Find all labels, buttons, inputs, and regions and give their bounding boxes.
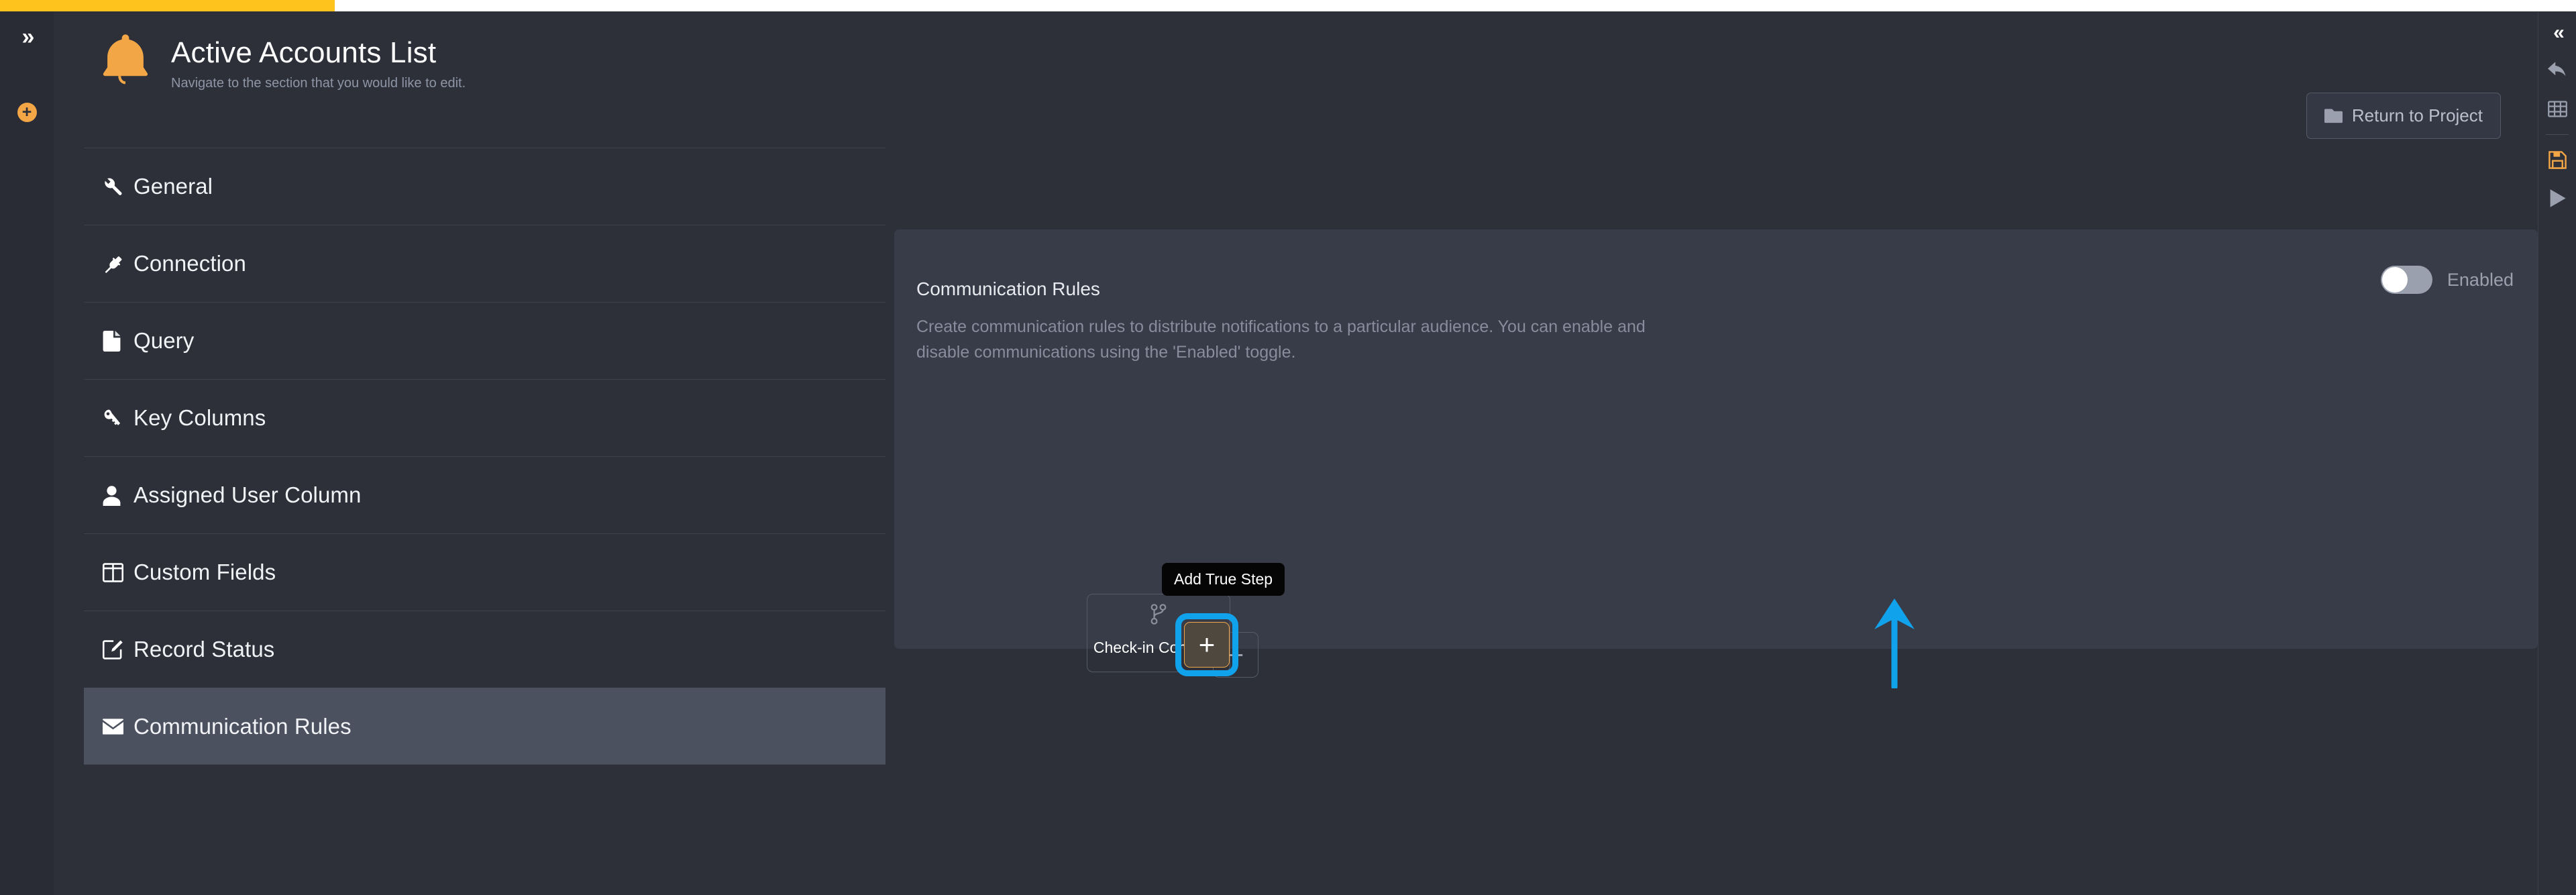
run-icon[interactable] — [2538, 179, 2576, 217]
section-nav: General Connection Query Key Columns Ass… — [84, 148, 885, 765]
settings-navigation-column: Active Accounts List Navigate to the sec… — [54, 11, 894, 895]
panel-description: Create communication rules to distribute… — [916, 317, 1646, 362]
sidebar-item-label: Custom Fields — [133, 560, 276, 584]
right-rail: « — [2538, 11, 2576, 895]
enabled-toggle[interactable] — [2380, 266, 2432, 294]
collapse-panel-icon[interactable]: « — [2538, 13, 2576, 52]
enabled-toggle-label: Enabled — [2447, 269, 2514, 290]
sidebar-item-label: Query — [133, 328, 195, 353]
envelope-icon — [103, 718, 133, 735]
left-rail: » + — [0, 11, 54, 895]
circle-plus-glyph: + — [17, 102, 37, 122]
page-subtitle: Navigate to the section that you would l… — [171, 75, 466, 91]
toggle-knob — [2381, 267, 2408, 293]
sidebar-item-label: General — [133, 174, 213, 199]
page-load-progress-fill — [0, 0, 335, 11]
user-icon — [103, 485, 133, 506]
sidebar-item-general[interactable]: General — [84, 148, 885, 225]
sidebar-item-label: Assigned User Column — [133, 482, 362, 507]
sidebar-item-communication-rules[interactable]: Communication Rules — [84, 688, 885, 765]
sidebar-item-query[interactable]: Query — [84, 302, 885, 379]
sidebar-item-label: Record Status — [133, 637, 275, 662]
circle-plus-icon[interactable]: + — [0, 99, 54, 125]
table-grid-icon[interactable] — [2538, 90, 2576, 128]
page-load-progress-track — [0, 0, 2576, 11]
add-true-step-button[interactable]: + — [1184, 622, 1230, 668]
wrench-icon — [103, 176, 133, 197]
save-icon[interactable] — [2538, 141, 2576, 179]
panel-title: Communication Rules — [916, 278, 1100, 299]
page-header-text: Active Accounts List Navigate to the sec… — [171, 27, 466, 91]
sidebar-item-label: Connection — [133, 251, 246, 276]
plug-icon — [103, 254, 133, 274]
return-to-project-button[interactable]: Return to Project — [2306, 93, 2501, 139]
enabled-toggle-row: Enabled — [2380, 266, 2514, 294]
rail-divider — [2546, 134, 2569, 135]
sidebar-item-label: Communication Rules — [133, 713, 352, 739]
page-header: Active Accounts List Navigate to the sec… — [93, 27, 466, 93]
rule-flow-canvas: Check-in Condition + + Add True Step — [1087, 563, 1449, 748]
sidebar-item-key-columns[interactable]: Key Columns — [84, 379, 885, 456]
sidebar-item-custom-fields[interactable]: Custom Fields — [84, 533, 885, 611]
chevron-double-right-icon[interactable]: » — [0, 23, 54, 50]
columns-icon — [103, 562, 133, 582]
bell-icon — [93, 27, 158, 93]
page-title: Active Accounts List — [171, 36, 437, 69]
undo-icon[interactable] — [2538, 52, 2576, 90]
edit-square-icon — [103, 639, 133, 660]
main-area: Return to Project Communication Rules Cr… — [894, 11, 2538, 895]
app-shell: » + Active Accounts List Navigate to the… — [0, 11, 2576, 895]
code-branch-icon — [1150, 604, 1167, 628]
key-icon — [103, 408, 133, 429]
add-true-step-tooltip: Add True Step — [1162, 563, 1285, 596]
sidebar-item-connection[interactable]: Connection — [84, 225, 885, 302]
file-icon — [103, 330, 133, 352]
sidebar-item-record-status[interactable]: Record Status — [84, 611, 885, 688]
communication-rules-panel: Communication Rules Create communication… — [894, 229, 2538, 678]
sidebar-item-assigned-user-column[interactable]: Assigned User Column — [84, 456, 885, 533]
sidebar-item-label: Key Columns — [133, 405, 266, 430]
folder-icon — [2324, 108, 2343, 123]
return-to-project-label: Return to Project — [2351, 105, 2483, 125]
